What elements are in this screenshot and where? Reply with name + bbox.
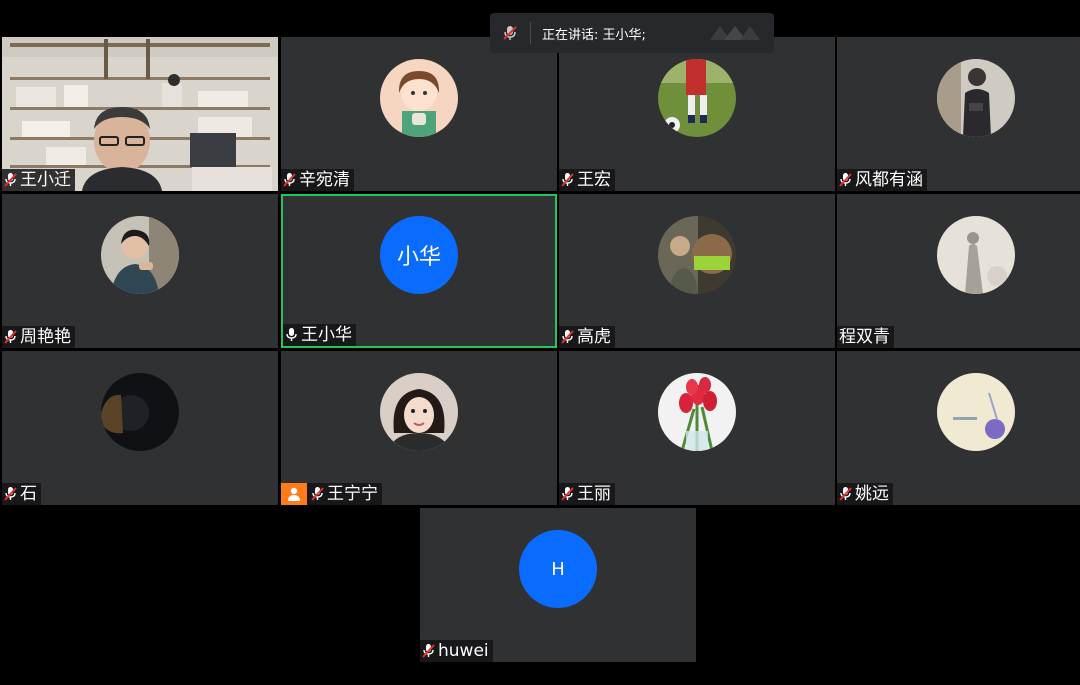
participant-tile-4[interactable]: 周艳艳 — [2, 194, 278, 348]
active-speaker-text: 正在讲话: 王小华; — [542, 27, 646, 43]
profile-photo-avatar — [658, 59, 736, 137]
participant-tile-8[interactable]: 石 — [2, 351, 278, 505]
participant-tile-10[interactable]: 王丽 — [559, 351, 835, 505]
mic-muted-icon — [559, 326, 577, 348]
participant-tile-7[interactable]: 程双青 — [837, 194, 1080, 348]
participant-nameplate: 王小华 — [283, 324, 356, 346]
participant-name: 辛宛清 — [299, 170, 350, 190]
profile-photo-avatar — [937, 216, 1015, 294]
participant-name: 王小迁 — [20, 170, 71, 190]
participant-nameplate: 王宁宁 — [281, 483, 382, 505]
profile-photo-avatar — [101, 373, 179, 451]
participant-name: 风都有涵 — [855, 170, 923, 190]
participant-name: 高虎 — [577, 327, 611, 347]
mic-muted-icon[interactable] — [490, 13, 530, 53]
participant-tile-11[interactable]: 姚远 — [837, 351, 1080, 505]
mic-muted-icon — [309, 483, 327, 505]
mic-on-icon — [283, 324, 301, 346]
participant-name: 姚远 — [855, 484, 889, 504]
host-user-icon — [281, 483, 307, 505]
profile-photo-avatar — [658, 373, 736, 451]
mic-muted-icon — [2, 169, 20, 191]
participant-nameplate: 王宏 — [559, 169, 615, 191]
brand-logo-icon — [710, 26, 760, 40]
participant-name: 王宏 — [577, 170, 611, 190]
participant-name: 周艳艳 — [20, 327, 71, 347]
participant-nameplate: 高虎 — [559, 326, 615, 348]
participant-name: 王宁宁 — [327, 484, 378, 504]
mic-muted-icon — [281, 169, 299, 191]
profile-photo-avatar — [380, 59, 458, 137]
participant-tile-3[interactable]: 风都有涵 — [837, 37, 1080, 191]
mic-muted-icon — [559, 483, 577, 505]
profile-photo-avatar — [937, 59, 1015, 137]
participant-name: huwei — [438, 641, 489, 661]
participant-tile-0[interactable]: 王小迁 — [2, 37, 278, 191]
mic-muted-icon — [559, 169, 577, 191]
initials-avatar: H — [519, 530, 597, 608]
profile-photo-avatar — [380, 373, 458, 451]
camera-video-feed — [2, 37, 278, 191]
participant-nameplate: 程双青 — [837, 326, 894, 348]
participant-tile-6[interactable]: 高虎 — [559, 194, 835, 348]
participant-name: 王小华 — [301, 325, 352, 345]
participant-nameplate: 风都有涵 — [837, 169, 927, 191]
participant-tile-1[interactable]: 辛宛清 — [281, 37, 557, 191]
profile-photo-avatar — [937, 373, 1015, 451]
participant-nameplate: 姚远 — [837, 483, 893, 505]
mic-muted-icon — [420, 640, 438, 662]
initials-avatar: 小华 — [380, 216, 458, 294]
mic-muted-icon — [837, 169, 855, 191]
active-speaker-banner: 正在讲话: 王小华; — [490, 13, 774, 53]
participant-tile-9[interactable]: 王宁宁 — [281, 351, 557, 505]
participant-tile-2[interactable]: 王宏 — [559, 37, 835, 191]
participant-tile-12[interactable]: H huwei — [420, 508, 696, 662]
participant-tile-5-active-speaker[interactable]: 小华 王小华 — [281, 194, 557, 348]
participant-nameplate: 王小迁 — [2, 169, 75, 191]
meeting-gallery-view: 正在讲话: 王小华; 王小迁 辛宛清 王宏 风都有涵 周艳艳 小华 王小华 高虎… — [0, 0, 1080, 685]
mic-muted-icon — [2, 483, 20, 505]
banner-divider — [530, 22, 531, 44]
participant-nameplate: huwei — [420, 640, 493, 662]
participant-name: 石 — [20, 484, 37, 504]
participant-nameplate: 周艳艳 — [2, 326, 75, 348]
participant-name: 王丽 — [577, 484, 611, 504]
mic-muted-icon — [2, 326, 20, 348]
mic-muted-icon — [837, 483, 855, 505]
profile-photo-avatar — [101, 216, 179, 294]
participant-name: 程双青 — [839, 327, 890, 347]
participant-nameplate: 辛宛清 — [281, 169, 354, 191]
profile-photo-avatar — [658, 216, 736, 294]
participant-nameplate: 石 — [2, 483, 41, 505]
participant-nameplate: 王丽 — [559, 483, 615, 505]
